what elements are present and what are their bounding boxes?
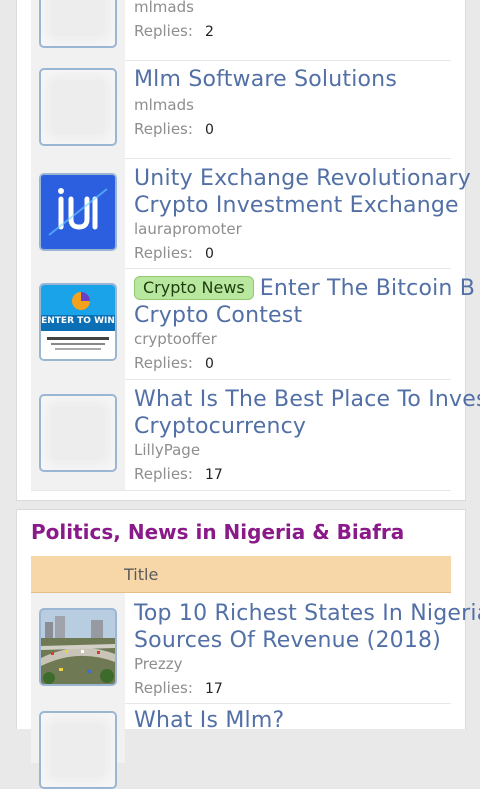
prefix-tag-crypto-news[interactable]: Crypto News <box>134 276 254 300</box>
thread-title-line[interactable]: Unity Exchange Revolutionary D <box>134 165 480 192</box>
thread-replies: Replies: 0 <box>134 354 214 372</box>
thread-replies: Replies: 17 <box>134 465 223 483</box>
city-road-photo[interactable] <box>39 608 117 686</box>
thread-title-link[interactable]: Unity Exchange Revolutionary D Crypto In… <box>134 165 480 219</box>
thread-row[interactable]: ENTER TO WIN Crypto News Enter The Bitcoi… <box>31 268 475 380</box>
replies-count: 17 <box>204 467 223 483</box>
thread-title-line[interactable]: Crypto Contest <box>134 302 475 329</box>
enter-to-win-text: ENTER TO WIN <box>41 316 115 326</box>
thread-author[interactable]: mlmads <box>134 96 194 114</box>
thread-row[interactable]: mlmads Replies: 2 <box>31 0 451 61</box>
replies-label: Replies: <box>134 354 193 372</box>
thread-title-link[interactable]: What Is The Best Place To Inves Cryptocu… <box>134 386 480 440</box>
replies-count: 0 <box>204 122 214 138</box>
thread-title-line[interactable]: Sources Of Revenue (2018) <box>134 627 480 654</box>
replies-label: Replies: <box>134 120 193 138</box>
thread-title-line[interactable]: What Is The Best Place To Inves <box>134 386 480 413</box>
column-header: Title <box>31 556 451 593</box>
thread-author[interactable]: cryptooffer <box>134 330 217 348</box>
thread-title-link[interactable]: Crypto News Enter The Bitcoin B Crypto Co… <box>134 275 475 329</box>
column-header-title[interactable]: Title <box>124 565 158 584</box>
thread-title-line[interactable]: What Is Mlm? <box>134 707 284 734</box>
thread-title-line[interactable]: Top 10 Richest States In Nigeria <box>134 600 480 627</box>
thread-author[interactable]: Prezzy <box>134 655 182 673</box>
replies-label: Replies: <box>134 244 193 262</box>
thread-title-line[interactable]: Cryptocurrency <box>134 413 480 440</box>
unity-exchange-logo[interactable] <box>39 173 117 251</box>
thread-author[interactable]: LillyPage <box>134 441 200 459</box>
thread-thumbnail[interactable] <box>39 711 117 789</box>
replies-count: 2 <box>204 24 214 40</box>
thread-title-line[interactable]: Enter The Bitcoin B <box>260 276 475 301</box>
thread-thumbnail[interactable] <box>39 394 117 472</box>
thread-row[interactable]: Top 10 Richest States In Nigeria Sources… <box>31 593 480 704</box>
thread-row[interactable]: Mlm Software Solutions mlmads Replies: 0 <box>31 60 451 159</box>
replies-label: Replies: <box>134 465 193 483</box>
thread-replies: Replies: 0 <box>134 244 214 262</box>
thread-title-line[interactable]: Crypto Investment Exchange <box>134 192 480 219</box>
thread-author[interactable]: mlmads <box>134 0 194 16</box>
forum-panel-crypto: mlmads Replies: 2 Mlm Software Solutions … <box>16 0 480 501</box>
replies-count: 0 <box>204 356 214 372</box>
replies-label: Replies: <box>134 679 193 697</box>
thread-replies: Replies: 2 <box>134 22 214 40</box>
thread-title-line[interactable]: Mlm Software Solutions <box>134 66 397 93</box>
thread-row[interactable]: What Is Mlm? <box>31 703 451 789</box>
forum-panel-politics: Politics, News in Nigeria & Biafra Title <box>16 509 480 789</box>
thread-thumbnail[interactable] <box>39 68 117 146</box>
replies-count: 17 <box>204 681 223 697</box>
replies-count: 0 <box>204 246 214 262</box>
thread-title-link[interactable]: What Is Mlm? <box>134 707 284 734</box>
thread-title-link[interactable]: Top 10 Richest States In Nigeria Sources… <box>134 600 480 654</box>
thread-row[interactable]: Unity Exchange Revolutionary D Crypto In… <box>31 158 480 269</box>
thread-replies: Replies: 0 <box>134 120 214 138</box>
thread-title-link[interactable]: Mlm Software Solutions <box>134 66 397 93</box>
thread-thumbnail[interactable] <box>39 0 117 48</box>
forum-title-link[interactable]: Politics, News in Nigeria & Biafra <box>31 520 404 544</box>
enter-to-win-image[interactable]: ENTER TO WIN <box>39 283 117 361</box>
thread-author[interactable]: laurapromoter <box>134 220 242 238</box>
replies-label: Replies: <box>134 22 193 40</box>
thread-row[interactable]: What Is The Best Place To Inves Cryptocu… <box>31 379 480 491</box>
thread-replies: Replies: 17 <box>134 679 223 697</box>
